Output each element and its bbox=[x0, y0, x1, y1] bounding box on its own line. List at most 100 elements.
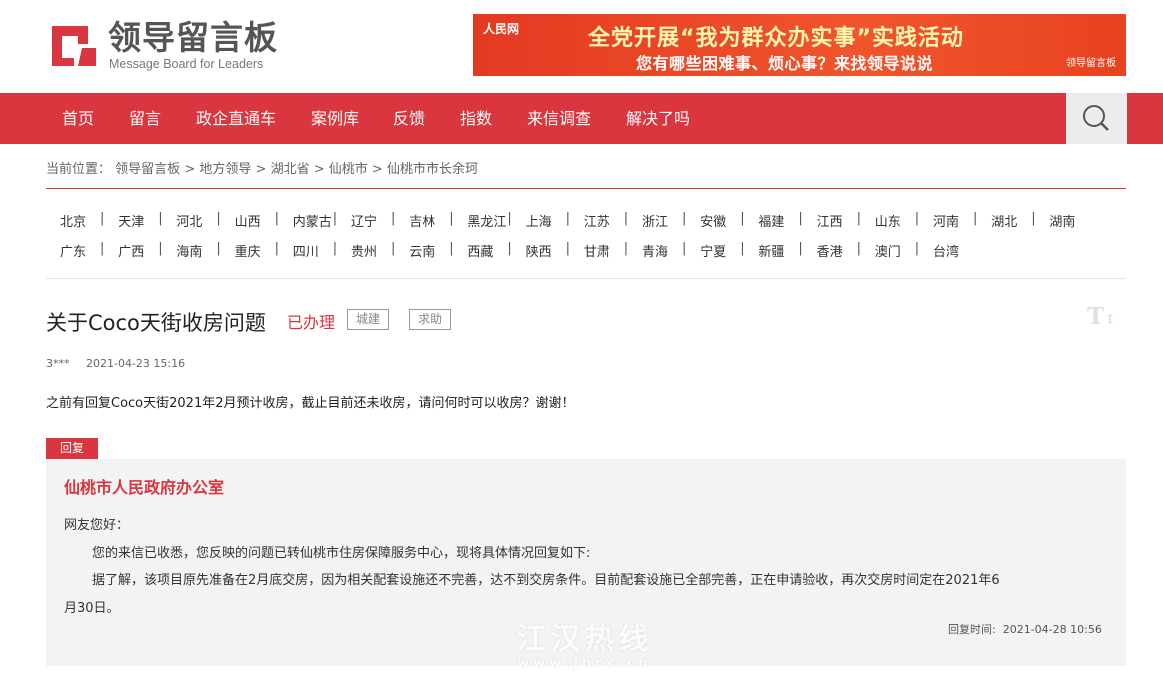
province-link[interactable]: 山西 bbox=[235, 211, 261, 230]
nav-item-index[interactable]: 指数 bbox=[460, 93, 492, 144]
province-link[interactable]: 新疆 bbox=[758, 241, 784, 260]
banner-subline: 您有哪些困难事、烦心事？来找领导说说 bbox=[636, 54, 934, 73]
breadcrumb-item[interactable]: 仙桃市市长余珂 bbox=[387, 162, 478, 177]
watermark-url: www.jhrx.cn bbox=[517, 656, 652, 671]
nav-item-survey[interactable]: 来信调查 bbox=[527, 93, 591, 144]
reply-greeting: 网友您好： bbox=[64, 518, 130, 533]
nav-item-feedback[interactable]: 反馈 bbox=[393, 93, 425, 144]
banner-brand: 人民网 bbox=[483, 22, 520, 36]
province-separator: | bbox=[391, 241, 396, 256]
tag-category[interactable]: 城建 bbox=[347, 309, 390, 330]
breadcrumb-item[interactable]: 领导留言板 bbox=[115, 162, 180, 177]
province-link[interactable]: 安徽 bbox=[700, 211, 726, 230]
breadcrumb-separator: > bbox=[313, 162, 325, 177]
breadcrumb-item[interactable]: 地方领导 bbox=[199, 162, 251, 177]
search-icon bbox=[1083, 105, 1109, 131]
province-link[interactable]: 浙江 bbox=[642, 211, 668, 230]
promo-banner[interactable]: 人民网 全党开展“我为群众办实事”实践活动 您有哪些困难事、烦心事？来找领导说说… bbox=[473, 14, 1126, 76]
province-link[interactable]: 北京 bbox=[60, 211, 86, 230]
nav-item-cases[interactable]: 案例库 bbox=[311, 93, 359, 144]
main-nav: 首页 留言 政企直通车 案例库 反馈 指数 来信调查 解决了吗 bbox=[0, 93, 1163, 144]
province-separator: | bbox=[100, 211, 105, 226]
province-separator: | bbox=[449, 241, 454, 256]
province-separator: | bbox=[565, 211, 570, 226]
nav-item-resolved[interactable]: 解决了吗 bbox=[626, 93, 690, 144]
nav-item-message[interactable]: 留言 bbox=[129, 93, 161, 144]
province-link[interactable]: 香港 bbox=[817, 241, 843, 260]
font-size-toggle-icon[interactable]: T↕ bbox=[1087, 303, 1116, 330]
province-link[interactable]: 广东 bbox=[60, 241, 86, 260]
province-link[interactable]: 天津 bbox=[118, 211, 144, 230]
province-link[interactable]: 黑龙江 bbox=[467, 211, 506, 230]
province-link[interactable]: 山东 bbox=[875, 211, 901, 230]
province-link[interactable]: 广西 bbox=[118, 241, 144, 260]
breadcrumb-separator: > bbox=[371, 162, 383, 177]
province-link[interactable]: 吉林 bbox=[409, 211, 435, 230]
province-link[interactable]: 江苏 bbox=[584, 211, 610, 230]
message-time: 2021-04-23 15:16 bbox=[86, 357, 186, 370]
watermark-title: 江汉热线 bbox=[516, 622, 653, 657]
province-separator: | bbox=[914, 211, 920, 226]
province-separator: | bbox=[682, 241, 687, 256]
province-separator: | bbox=[507, 241, 512, 256]
breadcrumb: 当前位置： 领导留言板 > 地方领导 > 湖北省 > 仙桃市 > 仙桃市市长余珂 bbox=[46, 158, 478, 177]
reply-tab: 回复 bbox=[46, 438, 98, 459]
province-link[interactable]: 贵州 bbox=[351, 241, 377, 260]
province-separator: | bbox=[1031, 211, 1036, 226]
province-link[interactable]: 海南 bbox=[176, 241, 202, 260]
province-separator: | bbox=[507, 211, 512, 226]
message-title: 关于Coco天街收房问题 bbox=[46, 311, 266, 335]
province-separator: | bbox=[798, 211, 803, 226]
province-separator: | bbox=[623, 241, 629, 256]
reply-paragraph: 您的来信已收悉，您反映的问题已转仙桃市住房保障服务中心，现将具体情况回复如下: bbox=[92, 546, 591, 561]
province-separator: | bbox=[973, 211, 978, 226]
province-link[interactable]: 青海 bbox=[642, 241, 668, 260]
province-separator: | bbox=[274, 241, 279, 256]
province-link[interactable]: 内蒙古 bbox=[293, 211, 332, 230]
breadcrumb-item[interactable]: 仙桃市 bbox=[329, 162, 368, 177]
province-separator: | bbox=[914, 241, 920, 256]
breadcrumb-separator: > bbox=[255, 162, 267, 177]
province-link[interactable]: 云南 bbox=[409, 241, 435, 260]
message-author: 3*** bbox=[46, 357, 70, 370]
nav-item-home[interactable]: 首页 bbox=[62, 93, 94, 144]
province-link[interactable]: 河南 bbox=[933, 211, 959, 230]
province-link[interactable]: 宁夏 bbox=[700, 241, 726, 260]
province-separator: | bbox=[798, 241, 803, 256]
province-separator: | bbox=[682, 211, 687, 226]
search-button[interactable] bbox=[1066, 93, 1127, 144]
nav-item-enterprise[interactable]: 政企直通车 bbox=[196, 93, 276, 144]
logo-icon[interactable] bbox=[48, 20, 100, 70]
province-link[interactable]: 四川 bbox=[293, 241, 319, 260]
brand-subtitle: Message Board for Leaders bbox=[109, 57, 264, 71]
province-separator: | bbox=[274, 211, 279, 226]
watermark: 江汉热线 www.jhrx.cn bbox=[497, 614, 672, 671]
banner-logo: 领导留言板 bbox=[1066, 58, 1116, 69]
province-link[interactable]: 辽宁 bbox=[351, 211, 377, 230]
province-link[interactable]: 西藏 bbox=[467, 241, 493, 260]
province-link[interactable]: 台湾 bbox=[933, 241, 959, 260]
province-separator: | bbox=[856, 211, 861, 226]
province-separator: | bbox=[332, 241, 338, 256]
province-separator: | bbox=[216, 241, 221, 256]
province-link[interactable]: 福建 bbox=[758, 211, 784, 230]
province-link[interactable]: 江西 bbox=[817, 211, 843, 230]
province-link[interactable]: 陕西 bbox=[526, 241, 552, 260]
brand-name: 领导留言板 bbox=[108, 18, 278, 57]
province-link[interactable]: 河北 bbox=[176, 211, 202, 230]
province-link[interactable]: 重庆 bbox=[235, 241, 261, 260]
province-separator: | bbox=[100, 241, 105, 256]
province-link[interactable]: 甘肃 bbox=[584, 241, 610, 260]
province-separator: | bbox=[565, 241, 570, 256]
province-separator: | bbox=[740, 211, 745, 226]
tag-type[interactable]: 求助 bbox=[409, 309, 452, 330]
divider bbox=[46, 278, 1126, 279]
province-link[interactable]: 上海 bbox=[526, 211, 552, 230]
province-link[interactable]: 澳门 bbox=[875, 241, 901, 260]
province-link[interactable]: 湖南 bbox=[1049, 211, 1075, 230]
message-content: 之前有回复Coco天街2021年2月预计收房，截止目前还未收房，请问何时可以收房… bbox=[46, 396, 575, 411]
province-link[interactable]: 湖北 bbox=[991, 211, 1017, 230]
province-separator: | bbox=[158, 241, 163, 256]
province-separator: | bbox=[216, 211, 221, 226]
breadcrumb-item[interactable]: 湖北省 bbox=[271, 162, 310, 177]
